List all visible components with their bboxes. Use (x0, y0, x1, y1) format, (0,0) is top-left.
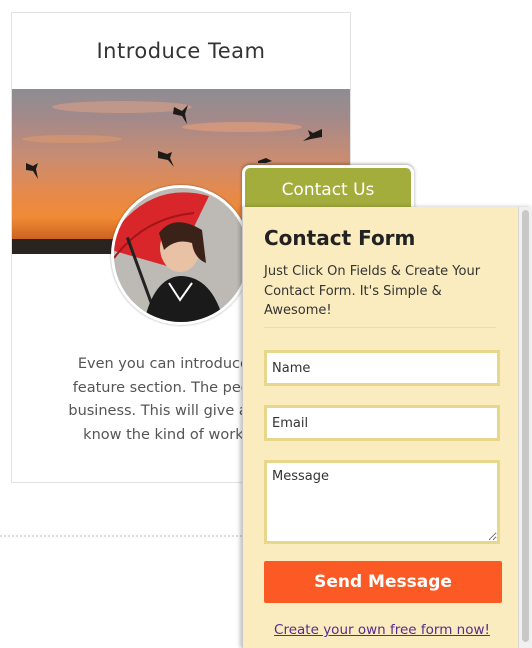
contact-us-tab[interactable]: Contact Us (242, 165, 414, 209)
contact-form-title: Contact Form (264, 226, 416, 250)
contact-form-panel: Contact Form Just Click On Fields & Crea… (242, 207, 532, 648)
section-divider (0, 535, 250, 537)
team-card-title: Introduce Team (96, 39, 266, 63)
create-free-form-link[interactable]: Create your own free form now! (243, 622, 521, 638)
send-message-button[interactable]: Send Message (264, 561, 502, 603)
contact-form-description: Just Click On Fields & Create Your Conta… (264, 264, 481, 318)
name-field[interactable] (264, 350, 500, 386)
email-field[interactable] (264, 405, 500, 441)
message-field[interactable] (264, 460, 500, 544)
team-member-avatar (111, 185, 251, 325)
form-divider (264, 327, 496, 328)
panel-scrollbar[interactable] (518, 207, 532, 648)
scrollbar-thumb[interactable] (522, 210, 529, 642)
